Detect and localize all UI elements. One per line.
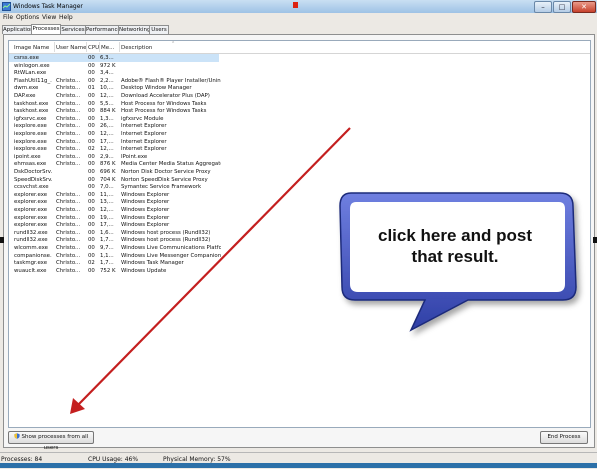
callout-line-1: click here and post xyxy=(378,226,532,245)
arrow-shaft xyxy=(77,127,351,406)
arrow-annotation xyxy=(70,127,351,414)
callout-text: click here and post that result. xyxy=(355,225,555,267)
callout-line-2: that result. xyxy=(411,247,499,266)
